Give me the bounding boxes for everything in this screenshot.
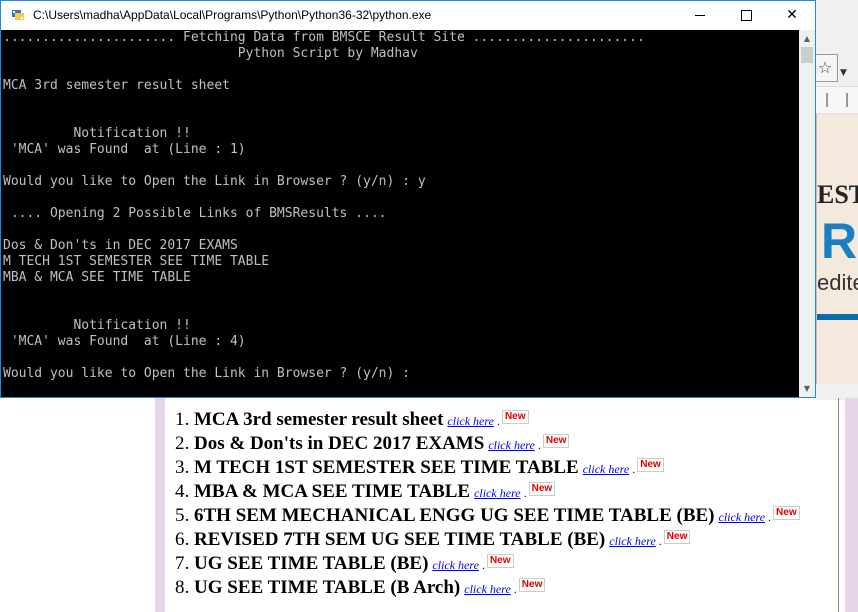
console-line: Would you like to Open the Link in Brows… <box>3 174 426 189</box>
result-title: UG SEE TIME TABLE (B Arch) <box>194 577 461 598</box>
banner-accredited-text: edite <box>817 270 858 295</box>
separator-dot: . <box>658 534 662 548</box>
separator-dot: . <box>496 414 500 428</box>
banner-stripe <box>817 314 858 320</box>
separator-dot: . <box>523 486 527 500</box>
result-title: M TECH 1ST SEMESTER SEE TIME TABLE <box>194 457 579 478</box>
dropdown-arrow-icon[interactable]: ▼ <box>840 68 847 78</box>
click-here-link[interactable]: click here <box>719 510 766 524</box>
bookmarks-bar <box>816 86 858 114</box>
result-title: Dos & Don'ts in DEC 2017 EXAMS <box>194 433 485 454</box>
result-number: 2. <box>175 433 190 454</box>
result-item: 4. MBA & MCA SEE TIME TABLE click here. Ne… <box>175 480 800 504</box>
console-output[interactable]: ...................... Fetching Data fro… <box>1 30 799 397</box>
scroll-thumb[interactable] <box>801 47 813 63</box>
result-item: 3. M TECH 1ST SEMESTER SEE TIME TABLE cli… <box>175 456 800 480</box>
new-badge: New <box>542 434 570 448</box>
separator-dot: . <box>481 558 485 572</box>
maximize-button[interactable] <box>723 1 769 30</box>
result-item: 1. MCA 3rd semester result sheet click he… <box>175 408 800 432</box>
result-title: REVISED 7TH SEM UG SEE TIME TABLE (BE) <box>194 529 606 550</box>
close-button[interactable]: ✕ <box>769 1 815 30</box>
console-line: ...................... Fetching Data fro… <box>3 30 645 45</box>
console-line: M TECH 1ST SEMESTER SEE TIME TABLE <box>3 254 270 269</box>
scroll-up-icon[interactable]: ▲ <box>799 30 815 47</box>
new-badge: New <box>528 482 556 496</box>
console-line: MBA & MCA SEE TIME TABLE <box>3 270 191 285</box>
maximize-icon <box>740 9 752 21</box>
separator-dot: . <box>632 462 636 476</box>
result-number: 8. <box>175 577 190 598</box>
console-line: Notification !! <box>3 126 191 141</box>
result-number: 4. <box>175 481 190 502</box>
click-here-link[interactable]: click here <box>464 582 511 596</box>
minimize-button[interactable] <box>677 1 723 30</box>
click-here-link[interactable]: click here <box>609 534 656 548</box>
click-here-link[interactable]: click here <box>474 486 521 500</box>
new-badge: New <box>518 578 546 592</box>
console-line: Would you like to Open the Link in Brows… <box>3 366 410 381</box>
result-item: 5. 6TH SEM MECHANICAL ENGG UG SEE TIME T… <box>175 504 800 528</box>
click-here-link[interactable]: click here <box>488 438 535 452</box>
window-title: C:\Users\madha\AppData\Local\Programs\Py… <box>33 8 432 22</box>
minimize-icon <box>695 14 705 16</box>
console-scrollbar[interactable]: ▲ ▼ <box>799 30 815 397</box>
new-badge: New <box>773 506 800 520</box>
result-number: 1. <box>175 409 190 430</box>
console-line: Dos & Don'ts in DEC 2017 EXAMS <box>3 238 238 253</box>
bookmark-separator <box>846 93 848 107</box>
new-badge: New <box>637 458 664 472</box>
page-side-border-left <box>155 398 165 612</box>
console-line: .... Opening 2 Possible Links of BMSResu… <box>3 206 387 221</box>
result-title: UG SEE TIME TABLE (BE) <box>194 553 429 574</box>
python-icon <box>10 7 26 23</box>
result-item: 6. REVISED 7TH SEM UG SEE TIME TABLE (BE… <box>175 528 800 552</box>
results-list: 1. MCA 3rd semester result sheet click he… <box>175 408 800 600</box>
content-divider <box>838 398 839 612</box>
console-line: MCA 3rd semester result sheet <box>3 78 230 93</box>
console-line: 'MCA' was Found at (Line : 4) <box>3 334 246 349</box>
click-here-link[interactable]: click here <box>447 414 494 428</box>
scroll-down-icon[interactable]: ▼ <box>799 380 815 397</box>
click-here-link[interactable]: click here <box>432 558 479 572</box>
console-line: Python Script by Madhav <box>3 46 418 61</box>
college-banner: ESTD R edite <box>816 114 858 384</box>
separator-dot: . <box>768 510 772 524</box>
console-line: Notification !! <box>3 318 191 333</box>
title-bar[interactable]: C:\Users\madha\AppData\Local\Programs\Py… <box>1 1 815 30</box>
result-title: 6TH SEM MECHANICAL ENGG UG SEE TIME TABL… <box>194 505 715 526</box>
console-line: 'MCA' was Found at (Line : 1) <box>3 142 246 157</box>
banner-estd-text: ESTD <box>817 180 858 209</box>
new-badge: New <box>501 410 529 424</box>
result-title: MBA & MCA SEE TIME TABLE <box>194 481 471 502</box>
result-title: MCA 3rd semester result sheet <box>194 409 444 430</box>
result-item: 2. Dos & Don'ts in DEC 2017 EXAMS click h… <box>175 432 800 456</box>
result-item: 7. UG SEE TIME TABLE (BE) click here. New <box>175 552 800 576</box>
separator-dot: . <box>513 582 517 596</box>
result-number: 7. <box>175 553 190 574</box>
bookmark-separator <box>826 93 828 107</box>
close-icon: ✕ <box>786 7 798 23</box>
console-window[interactable]: C:\Users\madha\AppData\Local\Programs\Py… <box>0 0 816 398</box>
banner-logo-letter: R <box>821 213 858 269</box>
result-number: 3. <box>175 457 190 478</box>
page-side-border-right <box>845 398 858 612</box>
result-number: 6. <box>175 529 190 550</box>
result-number: 5. <box>175 505 190 526</box>
click-here-link[interactable]: click here <box>583 462 630 476</box>
separator-dot: . <box>537 438 541 452</box>
new-badge: New <box>663 530 691 544</box>
result-item: 8. UG SEE TIME TABLE (B Arch) click here.… <box>175 576 800 600</box>
new-badge: New <box>486 554 514 568</box>
